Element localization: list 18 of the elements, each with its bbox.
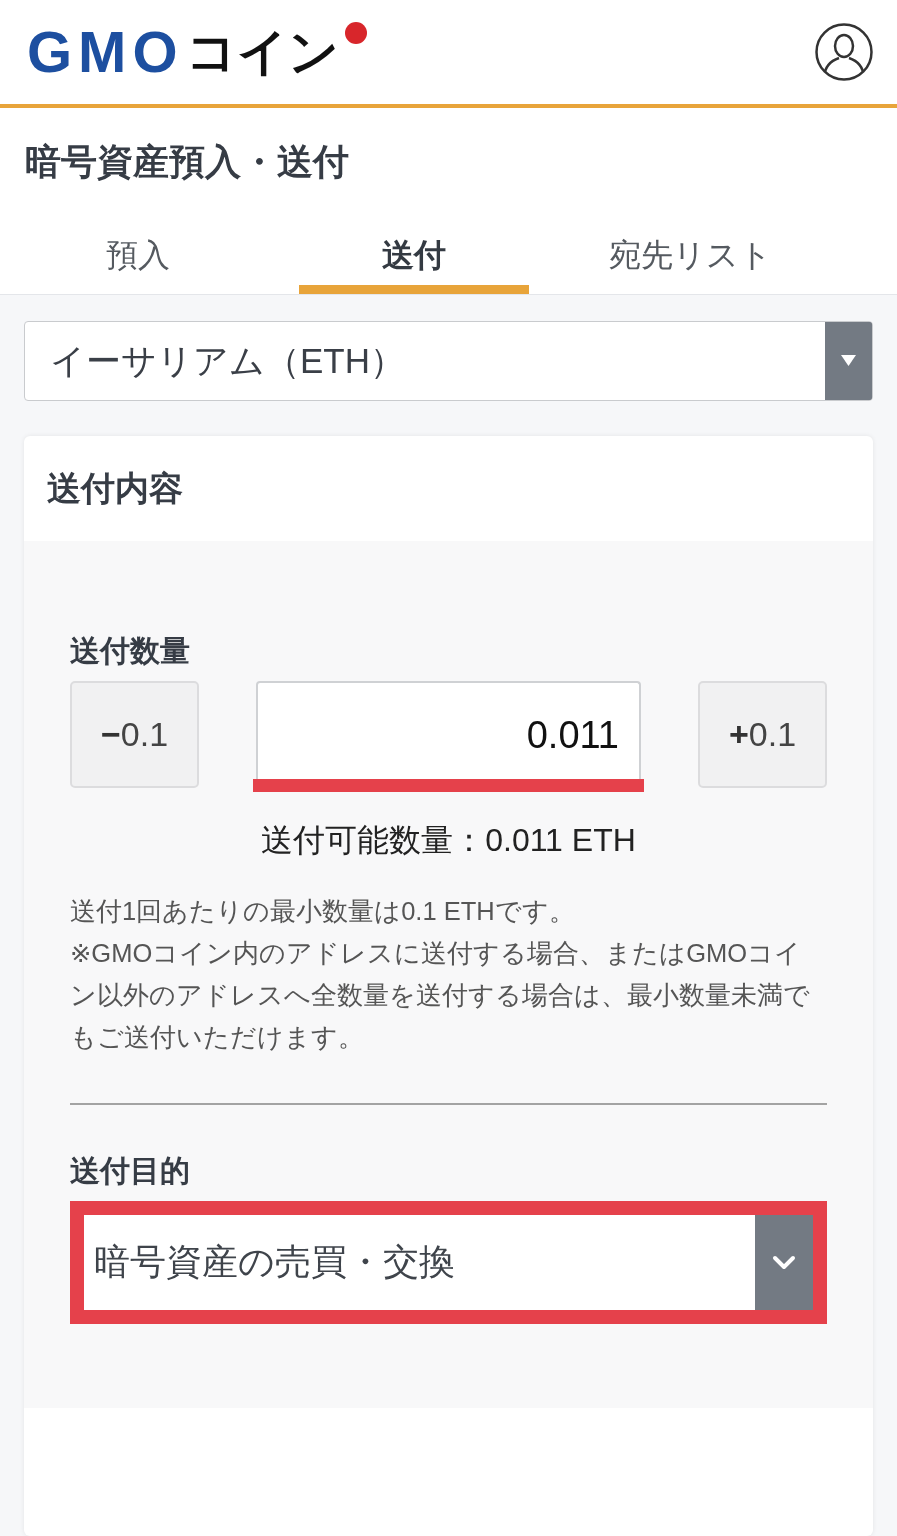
tab[interactable]: 送付 — [299, 218, 529, 294]
card-title: 送付内容 — [46, 467, 184, 509]
increment-button[interactable]: +0.1 — [698, 681, 827, 788]
logo-katakana: コイン — [185, 27, 339, 77]
page-title: 暗号資産預入・送付 — [24, 140, 350, 184]
field-label: 送付目的 — [70, 1153, 191, 1189]
tab[interactable]: 宛先リスト — [575, 218, 805, 294]
note-text: 送付1回あたりの最小数量は0.1 ETHです。 — [70, 896, 576, 927]
tab[interactable]: 預入 — [23, 218, 253, 294]
available-amount: 送付可能数量：0.011 ETH — [260, 821, 637, 860]
currency-select[interactable]: イーサリアム（ETH） — [24, 321, 873, 401]
dot-icon — [345, 22, 367, 44]
field-label: 送付数量 — [70, 633, 191, 669]
note-text: ※GMOコイン内のアドレスに送付する場合、またはGMOコイン以外のアドレスへ全数量を送付する場合は、最小数量未満でもご送付いただけます。 — [70, 938, 811, 1053]
amount-input[interactable]: 0.011 — [256, 681, 641, 779]
profile-icon[interactable] — [815, 23, 873, 81]
logo-wordmark: GMO — [27, 23, 184, 81]
decrement-button[interactable]: −0.1 — [70, 681, 199, 788]
